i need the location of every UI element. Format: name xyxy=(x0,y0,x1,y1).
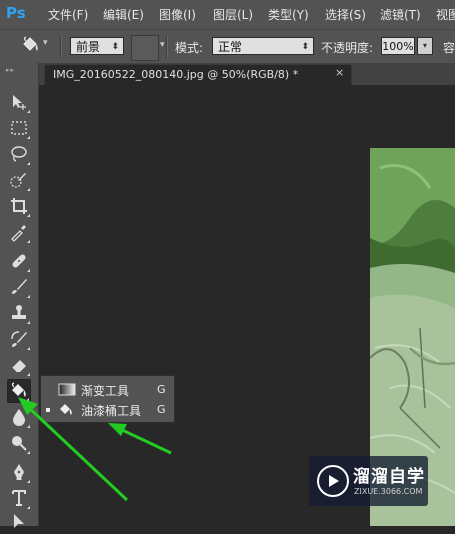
fill-source-value: 前景 xyxy=(76,40,101,54)
menu-select[interactable]: 选择(S) xyxy=(325,6,366,23)
menu-filter[interactable]: 滤镜(T) xyxy=(380,6,421,23)
flyout-item-gradient[interactable]: 渐变工具 G xyxy=(41,379,174,399)
brush-icon xyxy=(12,279,27,294)
tools-panel: ▸▸ xyxy=(0,63,39,528)
flyout-item-label: 油漆桶工具 xyxy=(81,404,142,418)
brush-tool[interactable] xyxy=(7,275,31,299)
photoshop-logo[interactable]: Ps xyxy=(6,4,30,24)
marquee-tool[interactable] xyxy=(7,116,31,140)
flyout-item-shortcut: G xyxy=(157,383,166,396)
tool-preset-arrow-icon[interactable]: ▾ xyxy=(43,38,48,48)
dodge-tool[interactable] xyxy=(7,431,31,455)
mode-value: 正常 xyxy=(218,40,243,54)
flyout-item-shortcut: G xyxy=(157,403,166,416)
fill-source-select[interactable]: 前景 ⬍ xyxy=(70,37,124,55)
move-icon xyxy=(13,95,26,110)
separator xyxy=(166,36,168,58)
flyout-item-paint-bucket[interactable]: 油漆桶工具 G xyxy=(41,399,174,419)
clone-stamp-icon xyxy=(12,305,26,319)
pen-tool[interactable] xyxy=(7,460,31,484)
history-brush-tool[interactable] xyxy=(7,327,31,351)
eyedropper-tool[interactable] xyxy=(7,220,31,244)
path-select-icon xyxy=(14,514,24,528)
flyout-item-label: 渐变工具 xyxy=(81,384,130,398)
document-tab-title: IMG_20160522_080140.jpg @ 50%(RGB/8) * xyxy=(53,68,299,81)
document-tab-bar: IMG_20160522_080140.jpg @ 50%(RGB/8) * × xyxy=(39,63,455,85)
paint-bucket-icon xyxy=(58,402,76,417)
path-select-tool[interactable] xyxy=(7,510,31,534)
menu-image[interactable]: 图像(I) xyxy=(159,6,196,23)
selected-indicator xyxy=(46,408,50,412)
tolerance-label: 容 xyxy=(443,41,455,55)
healing-brush-tool[interactable] xyxy=(7,249,31,273)
menu-edit[interactable]: 编辑(E) xyxy=(103,6,144,23)
watermark: 溜溜自学 ZIXUE.3066.COM xyxy=(309,456,428,506)
crop-tool[interactable] xyxy=(7,194,31,218)
updown-arrow-icon: ⬍ xyxy=(301,42,309,52)
gradient-icon xyxy=(58,382,76,397)
menu-bar: Ps 文件(F) 编辑(E) 图像(I) 图层(L) 类型(Y) 选择(S) 滤… xyxy=(0,0,455,29)
updown-arrow-icon: ⬍ xyxy=(111,42,119,52)
play-logo-icon xyxy=(317,465,349,497)
paint-bucket-tool[interactable] xyxy=(7,379,31,403)
eraser-tool[interactable] xyxy=(7,353,31,377)
panel-grip-icon[interactable]: ▸▸ xyxy=(6,66,15,74)
chevron-down-icon[interactable]: ▾ xyxy=(160,40,165,50)
lasso-tool[interactable] xyxy=(7,142,31,166)
pattern-swatch[interactable] xyxy=(131,35,159,61)
healing-brush-icon xyxy=(12,254,26,268)
menu-type[interactable]: 类型(Y) xyxy=(268,6,309,23)
quick-select-tool[interactable] xyxy=(7,168,31,192)
watermark-title: 溜溜自学 xyxy=(353,467,425,487)
crop-icon xyxy=(11,198,27,214)
paint-bucket-icon[interactable] xyxy=(20,36,42,56)
type-icon xyxy=(12,490,26,506)
dodge-icon xyxy=(12,436,27,451)
opacity-slider-button[interactable]: ▾ xyxy=(417,37,433,55)
move-tool[interactable] xyxy=(7,90,31,114)
blur-icon xyxy=(13,409,25,426)
quick-select-icon xyxy=(10,173,26,188)
menu-file[interactable]: 文件(F) xyxy=(48,6,88,23)
opacity-label: 不透明度: xyxy=(321,41,374,55)
opacity-input[interactable]: 100% xyxy=(381,37,415,55)
document-tab[interactable]: IMG_20160522_080140.jpg @ 50%(RGB/8) * xyxy=(44,64,352,85)
mode-label: 模式: xyxy=(175,41,204,55)
lasso-icon xyxy=(11,146,27,162)
eyedropper-icon xyxy=(11,225,26,242)
options-bar: ▾ 前景 ⬍ ▾ 模式: 正常 ⬍ 不透明度: 100% ▾ 容 xyxy=(0,29,455,65)
separator xyxy=(60,36,62,58)
type-tool[interactable] xyxy=(7,486,31,510)
close-icon[interactable]: × xyxy=(335,66,344,79)
clone-stamp-tool[interactable] xyxy=(7,301,31,325)
pen-icon xyxy=(14,464,24,480)
menu-layer[interactable]: 图层(L) xyxy=(213,6,253,23)
mode-select[interactable]: 正常 ⬍ xyxy=(212,37,314,55)
eraser-icon xyxy=(11,360,26,373)
tool-flyout-menu: 渐变工具 G 油漆桶工具 G xyxy=(40,375,175,423)
watermark-url: ZIXUE.3066.COM xyxy=(354,487,423,496)
marquee-icon xyxy=(11,121,27,135)
blur-tool[interactable] xyxy=(7,405,31,429)
history-brush-icon xyxy=(11,331,27,347)
menu-view[interactable]: 视图 xyxy=(436,6,455,23)
